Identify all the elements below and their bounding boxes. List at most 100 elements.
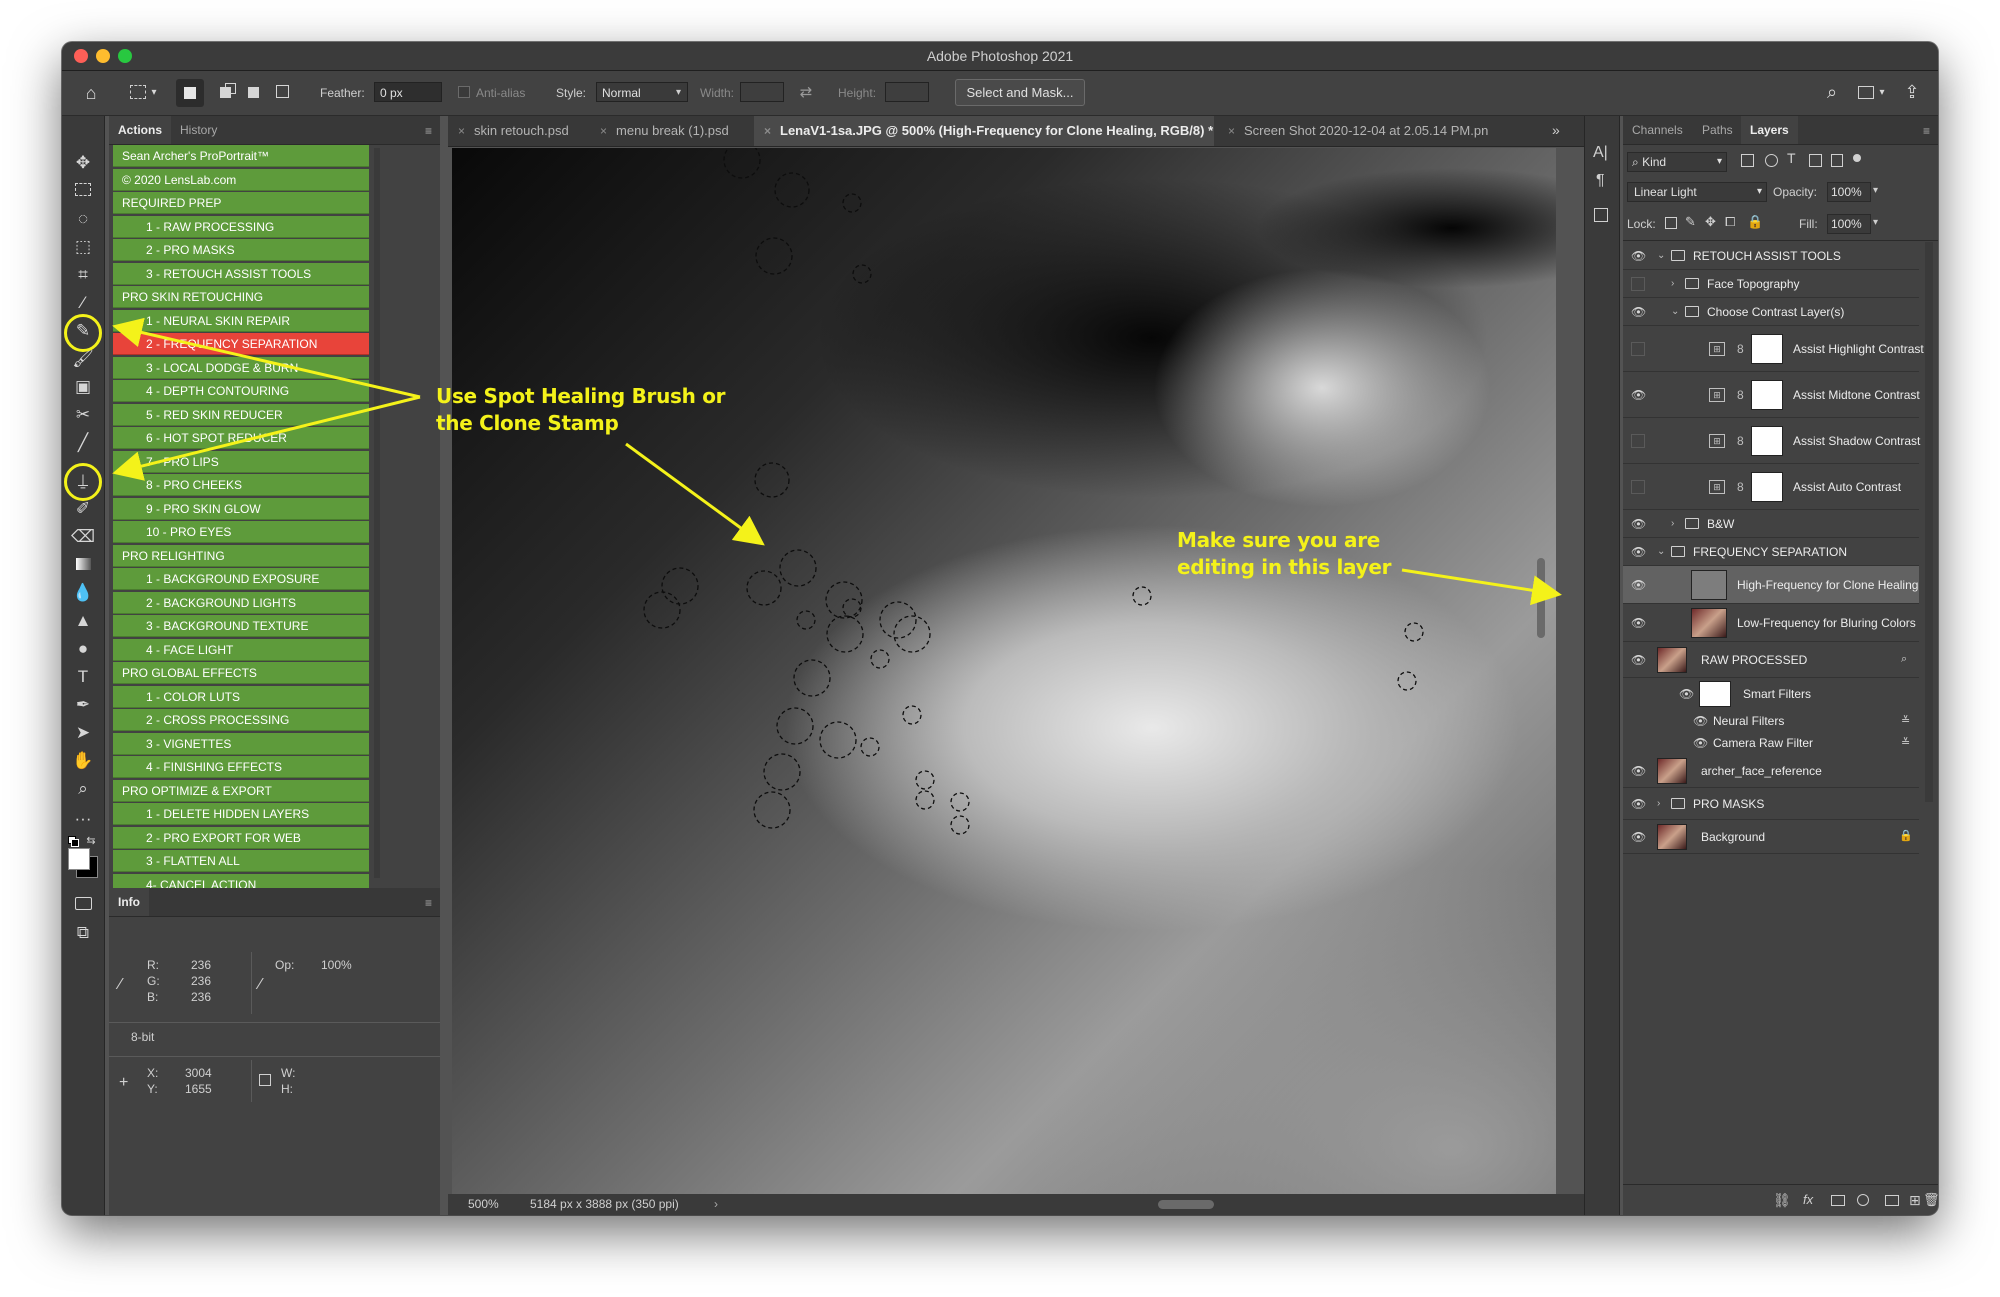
canvas-horizontal-scrollbar[interactable] — [1158, 1200, 1214, 1209]
action-item[interactable]: 8 - PRO CHEEKS — [113, 474, 369, 496]
action-item[interactable]: 3 - LOCAL DODGE & BURN — [113, 356, 369, 379]
layer-row[interactable]: 👁 Low-Frequency for Bluring Colors — [1623, 604, 1919, 642]
visibility-eye-icon[interactable]: 👁 — [1679, 687, 1694, 701]
pen-tool-icon[interactable]: ✒ — [68, 692, 98, 718]
fx-icon[interactable]: fx — [1803, 1192, 1813, 1207]
visibility-eye-icon[interactable]: 👁 — [1693, 714, 1708, 728]
action-item[interactable]: 2 - PRO EXPORT FOR WEB — [113, 826, 369, 849]
canvas-vertical-scrollbar[interactable] — [1537, 558, 1545, 638]
layer-mask-thumbnail[interactable] — [1751, 426, 1783, 456]
layer-row[interactable]: 👁 Smart Filters — [1623, 678, 1919, 710]
layer-row[interactable]: 👁 Camera Raw Filter ≚ — [1623, 732, 1919, 754]
marquee-preset-icon[interactable] — [130, 85, 146, 99]
action-item[interactable]: 4 - DEPTH CONTOURING — [113, 380, 369, 402]
subtract-selection-icon[interactable] — [248, 87, 259, 98]
actions-scrollbar[interactable] — [374, 148, 380, 878]
layer-thumbnail[interactable] — [1657, 647, 1687, 673]
properties-panel-icon[interactable] — [1594, 208, 1608, 222]
paragraph-panel-icon[interactable]: ¶ — [1596, 172, 1605, 190]
action-item[interactable]: PRO GLOBAL EFFECTS — [113, 662, 369, 684]
new-adjustment-icon[interactable] — [1857, 1194, 1869, 1206]
history-brush-tool-icon[interactable]: ✂ — [68, 402, 98, 428]
add-mask-icon[interactable] — [1831, 1195, 1845, 1206]
visibility-eye-icon[interactable]: 👁 — [1693, 736, 1708, 750]
close-icon[interactable]: × — [600, 124, 607, 138]
layer-thumbnail[interactable] — [1691, 608, 1727, 638]
layer-row[interactable]: 👁 ⌄ RETOUCH ASSIST TOOLS — [1623, 242, 1919, 270]
layer-mask-thumbnail[interactable] — [1751, 472, 1783, 502]
visibility-eye-icon[interactable]: 👁 — [1631, 517, 1646, 531]
action-item[interactable]: Sean Archer's ProPortrait™ — [113, 145, 369, 167]
document-canvas[interactable] — [452, 148, 1556, 1198]
chevron-down-icon[interactable]: ⌄ — [1657, 249, 1665, 263]
width-input[interactable] — [740, 82, 784, 102]
blend-mode-select[interactable]: Linear Light ▾ — [1627, 182, 1767, 202]
chevron-down-icon[interactable]: ▾ — [148, 83, 160, 103]
path-selection-tool-icon[interactable]: ➤ — [68, 720, 98, 746]
chevron-right-icon[interactable]: › — [1671, 517, 1674, 531]
action-item[interactable]: PRO OPTIMIZE & EXPORT — [113, 779, 369, 802]
visibility-eye-icon[interactable]: 👁 — [1631, 545, 1646, 559]
marquee-tool-icon[interactable] — [68, 178, 98, 204]
lock-pixels-icon[interactable]: ✎ — [1685, 214, 1696, 230]
layer-thumbnail[interactable] — [1657, 824, 1687, 850]
filter-shape-icon[interactable] — [1809, 154, 1822, 167]
sharpen-tool-icon[interactable]: ▲ — [68, 608, 98, 634]
opacity-input[interactable]: 100% — [1827, 182, 1871, 202]
filter-smart-object-icon[interactable] — [1831, 154, 1843, 167]
chevron-down-icon[interactable]: ⌄ — [1671, 305, 1679, 319]
layer-row[interactable]: 👁 ⌄ FREQUENCY SEPARATION — [1623, 538, 1919, 566]
screen-mode-icon[interactable]: ⧉ — [68, 920, 98, 946]
action-item[interactable]: 3 - RETOUCH ASSIST TOOLS — [113, 262, 369, 285]
action-item[interactable]: 4 - FINISHING EFFECTS — [113, 756, 369, 778]
layer-row[interactable]: 👁 › B&W — [1623, 510, 1919, 538]
visibility-eye-icon[interactable]: 👁 — [1631, 616, 1646, 630]
share-icon[interactable]: ⇪ — [1902, 82, 1922, 102]
gradient-tool-icon[interactable] — [68, 552, 98, 578]
panel-menu-icon[interactable]: ≡ — [425, 124, 432, 138]
layer-thumbnail[interactable] — [1691, 570, 1727, 600]
anti-alias-checkbox[interactable] — [458, 86, 470, 98]
chevron-down-icon[interactable]: ▾ — [1876, 83, 1888, 103]
visibility-toggle[interactable] — [1631, 434, 1645, 448]
layers-scrollbar[interactable] — [1925, 242, 1933, 802]
foreground-color-swatch[interactable] — [68, 848, 90, 870]
layer-row[interactable]: 👁 › PRO MASKS — [1623, 788, 1919, 820]
action-item[interactable]: 5 - RED SKIN REDUCER — [113, 403, 369, 426]
tab-history[interactable]: History — [171, 116, 226, 144]
tab-info[interactable]: Info — [109, 888, 149, 916]
object-selection-tool-icon[interactable]: ⬚ — [68, 234, 98, 260]
action-item[interactable]: 2 - FREQUENCY SEPARATION — [113, 333, 369, 355]
visibility-eye-icon[interactable]: 👁 — [1631, 653, 1646, 667]
intersect-selection-icon[interactable] — [276, 85, 289, 98]
layer-row[interactable]: ⊞ 8 Assist Auto Contrast — [1623, 464, 1919, 510]
tab-layers[interactable]: Layers — [1741, 116, 1798, 144]
character-panel-icon[interactable]: A| — [1593, 144, 1608, 162]
home-icon[interactable]: ⌂ — [80, 83, 102, 103]
lock-position-icon[interactable]: ✥ — [1705, 214, 1716, 230]
paint-brush-tool-icon[interactable]: ╱ — [68, 430, 98, 456]
panel-menu-icon[interactable]: ≡ — [1923, 124, 1930, 138]
visibility-eye-icon[interactable]: 👁 — [1631, 249, 1646, 263]
layer-row[interactable]: 👁 archer_face_reference — [1623, 754, 1919, 788]
dodge-tool-icon[interactable]: ● — [68, 636, 98, 662]
action-item[interactable]: 7 - PRO LIPS — [113, 450, 369, 473]
select-and-mask-button[interactable]: Select and Mask... — [955, 79, 1085, 106]
action-item[interactable]: 1 - BACKGROUND EXPOSURE — [113, 568, 369, 590]
close-icon[interactable]: × — [764, 124, 771, 138]
visibility-eye-icon[interactable]: 👁 — [1631, 830, 1646, 844]
action-item[interactable]: 3 - BACKGROUND TEXTURE — [113, 615, 369, 637]
action-item[interactable]: REQUIRED PREP — [113, 192, 369, 214]
filter-pixel-icon[interactable] — [1741, 154, 1754, 167]
swap-icon[interactable]: ⇄ — [796, 83, 816, 103]
visibility-eye-icon[interactable]: 👁 — [1631, 388, 1646, 402]
action-item[interactable]: PRO RELIGHTING — [113, 544, 369, 567]
tab-skin-retouch[interactable]: × skin retouch.psd — [448, 116, 588, 146]
more-tabs-icon[interactable]: » — [1552, 122, 1560, 138]
tab-actions[interactable]: Actions — [109, 116, 172, 144]
chevron-down-icon[interactable]: ⌄ — [1657, 545, 1665, 559]
visibility-toggle[interactable] — [1631, 480, 1645, 494]
feather-input[interactable]: 0 px — [374, 82, 442, 102]
action-item[interactable]: 2 - CROSS PROCESSING — [113, 709, 369, 731]
action-item[interactable]: 3 - FLATTEN ALL — [113, 850, 369, 872]
